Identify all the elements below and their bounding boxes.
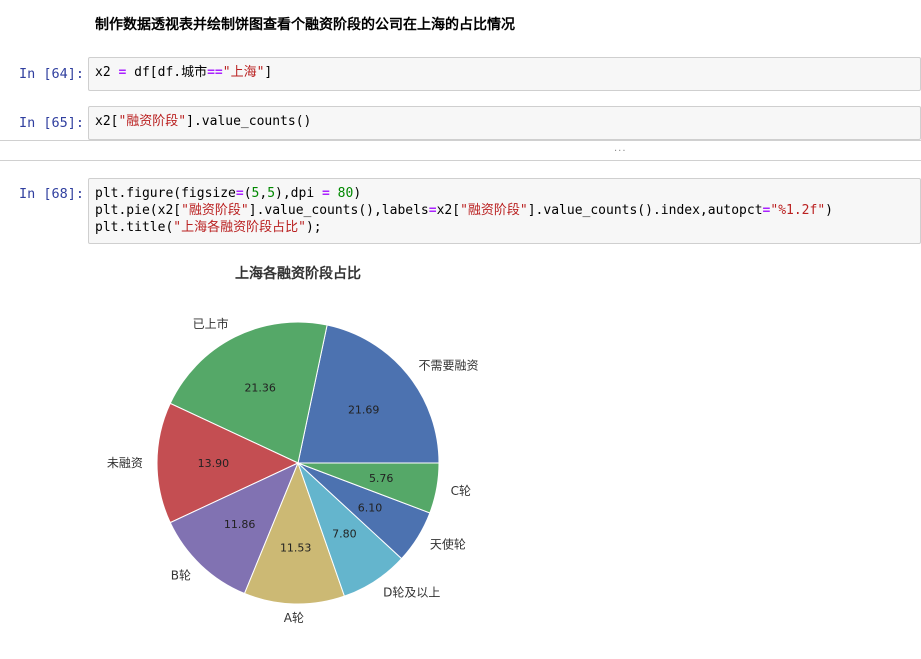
code-token: )	[825, 203, 833, 218]
code-token: (	[243, 186, 252, 201]
cell-prompt-68: In [68]:	[18, 186, 84, 202]
code-cell-68[interactable]: plt.figure(figsize=(5,5),dpi = 80) plt.pi…	[88, 178, 921, 244]
pie-slice-category-label: 天使轮	[430, 537, 466, 552]
code-token: ),dpi	[275, 186, 322, 201]
cell-prompt-65: In [65]:	[18, 115, 84, 131]
code-line: x2["融资阶段"].value_counts()	[95, 113, 914, 130]
code-line: plt.figure(figsize=(5,5),dpi = 80)	[95, 185, 914, 202]
pie-slice-value-label: 5.76	[369, 472, 394, 485]
code-token: ==	[207, 65, 223, 80]
cell-prompt-64: In [64]:	[18, 66, 84, 82]
code-token: df[df.城市	[126, 65, 208, 80]
code-token: plt.pie(x2[	[95, 203, 182, 218]
code-token: =	[235, 186, 244, 201]
code-line: plt.pie(x2["融资阶段"].value_counts(),labels…	[95, 202, 914, 219]
pie-slice-value-label: 21.36	[244, 381, 276, 394]
pie-slice-value-label: 11.86	[224, 518, 256, 531]
code-token: 80	[337, 186, 354, 201]
code-line: x2 = df[df.城市=="上海"]	[95, 64, 914, 81]
pie-slice-category-label: 不需要融资	[419, 358, 479, 372]
code-token: plt.figure(figsize	[95, 186, 236, 201]
code-token: plt.title(	[95, 220, 174, 235]
collapsed-output-dots[interactable]: ...	[614, 143, 627, 154]
pie-slice-value-label: 6.10	[358, 502, 383, 515]
code-token: ].value_counts()	[186, 114, 312, 129]
pie-chart-svg: 上海各融资阶段占比 21.69 不需要融资 21.36 已上市 13.90 未融资 11.86…	[107, 265, 479, 625]
code-cell-65[interactable]: x2["融资阶段"].value_counts()	[88, 106, 921, 140]
pie-slice-value-label: 11.53	[280, 542, 312, 555]
code-token: =	[322, 186, 330, 201]
code-token: ]	[264, 65, 273, 80]
code-token: "融资阶段"	[181, 203, 249, 218]
pie-chart-output: 上海各融资阶段占比 21.69 不需要融资 21.36 已上市 13.90 未融资 11.86…	[88, 255, 528, 655]
pie-slice-value-label: 21.69	[348, 404, 380, 417]
code-token: "上海各融资阶段占比"	[173, 220, 306, 235]
pie-slice-value-label: 13.90	[198, 457, 230, 470]
code-line: plt.title("上海各融资阶段占比");	[95, 219, 914, 236]
pie-slice-value-label: 7.80	[332, 528, 357, 541]
code-token: x2[	[436, 203, 461, 218]
code-token: =	[428, 203, 437, 218]
pie-slice-category-label: 已上市	[193, 316, 229, 331]
code-token: )	[353, 186, 362, 201]
collapsed-output-bar[interactable]: ...	[0, 140, 921, 161]
code-cell-64[interactable]: x2 = df[df.城市=="上海"]	[88, 57, 921, 91]
code-token: "融资阶段"	[460, 203, 528, 218]
pie-slice-category-label: C轮	[451, 484, 471, 498]
pie-slice-category-label: D轮及以上	[383, 586, 440, 600]
code-token: ].value_counts(),labels	[248, 203, 429, 218]
chart-title: 上海各融资阶段占比	[235, 265, 361, 282]
code-token: );	[305, 220, 322, 235]
code-token: "%1.2f"	[770, 203, 826, 218]
pie-slice-category-label: B轮	[171, 568, 191, 582]
code-token: ].value_counts().index,autopct	[527, 203, 763, 218]
code-token: x2[	[95, 114, 119, 129]
code-token: x2	[95, 65, 119, 80]
code-token: "上海"	[222, 65, 265, 80]
pie-slice-category-label: 未融资	[107, 456, 143, 470]
pie-slice-category-label: A轮	[284, 611, 304, 625]
code-token: "融资阶段"	[118, 114, 187, 129]
markdown-heading: 制作数据透视表并绘制饼图查看个融资阶段的公司在上海的占比情况	[95, 17, 515, 33]
code-token: 5	[267, 186, 276, 201]
